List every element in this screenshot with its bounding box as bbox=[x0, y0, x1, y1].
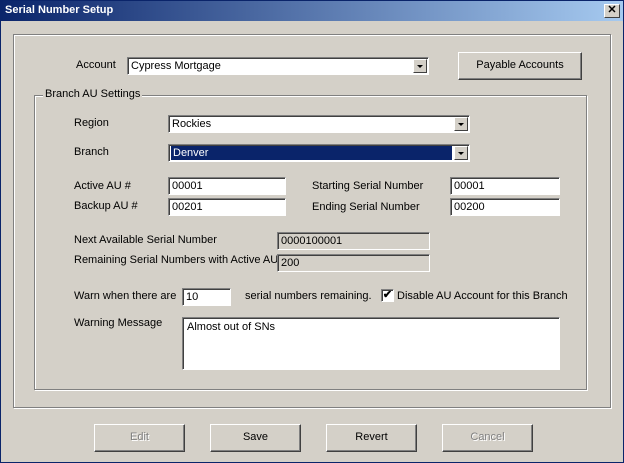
warning-message-label: Warning Message bbox=[74, 317, 163, 329]
account-label: Account bbox=[76, 59, 116, 71]
title-bar[interactable]: Serial Number Setup ✕ bbox=[1, 1, 623, 21]
warning-message-textarea[interactable]: Almost out of SNs bbox=[182, 317, 560, 370]
serial-number-setup-window: Serial Number Setup ✕ Account Cypress Mo… bbox=[0, 0, 624, 463]
save-button[interactable]: Save bbox=[210, 424, 301, 452]
warn-label: Warn when there are bbox=[74, 290, 177, 302]
active-au-label: Active AU # bbox=[74, 180, 131, 192]
branch-value: Denver bbox=[171, 146, 452, 160]
edit-button[interactable]: Edit bbox=[94, 424, 185, 452]
backup-au-label: Backup AU # bbox=[74, 200, 138, 212]
disable-au-label: Disable AU Account for this Branch bbox=[397, 290, 568, 302]
starting-serial-label: Starting Serial Number bbox=[312, 180, 424, 192]
ending-serial-label: Ending Serial Number bbox=[312, 201, 420, 213]
branch-label: Branch bbox=[74, 146, 109, 158]
cancel-button[interactable]: Cancel bbox=[442, 424, 533, 452]
disable-au-checkbox[interactable]: ✔ bbox=[381, 289, 394, 302]
active-au-field[interactable]: 00001 bbox=[168, 177, 286, 195]
chevron-down-icon[interactable] bbox=[454, 117, 468, 131]
region-label: Region bbox=[74, 117, 109, 129]
remaining-label: Remaining Serial Numbers with Active AU bbox=[74, 254, 279, 266]
next-available-label: Next Available Serial Number bbox=[74, 234, 217, 246]
region-combo[interactable]: Rockies bbox=[168, 115, 470, 133]
warn-suffix-label: serial numbers remaining. bbox=[245, 290, 372, 302]
close-icon[interactable]: ✕ bbox=[604, 4, 620, 18]
next-available-field: 0000100001 bbox=[277, 232, 430, 250]
revert-button[interactable]: Revert bbox=[326, 424, 417, 452]
chevron-down-icon[interactable] bbox=[413, 59, 427, 73]
window-title: Serial Number Setup bbox=[5, 4, 114, 16]
starting-serial-field[interactable]: 00001 bbox=[450, 177, 560, 195]
branch-au-settings-legend: Branch AU Settings bbox=[43, 88, 143, 100]
account-combo[interactable]: Cypress Mortgage bbox=[127, 57, 429, 75]
branch-combo[interactable]: Denver bbox=[168, 144, 470, 162]
chevron-down-icon[interactable] bbox=[454, 146, 468, 160]
warn-threshold-field[interactable]: 10 bbox=[182, 288, 231, 306]
region-value: Rockies bbox=[172, 118, 212, 130]
backup-au-field[interactable]: 00201 bbox=[168, 198, 286, 216]
payable-accounts-button[interactable]: Payable Accounts bbox=[458, 52, 582, 80]
account-value: Cypress Mortgage bbox=[131, 60, 221, 72]
ending-serial-field[interactable]: 00200 bbox=[450, 198, 560, 216]
remaining-field: 200 bbox=[277, 254, 430, 272]
